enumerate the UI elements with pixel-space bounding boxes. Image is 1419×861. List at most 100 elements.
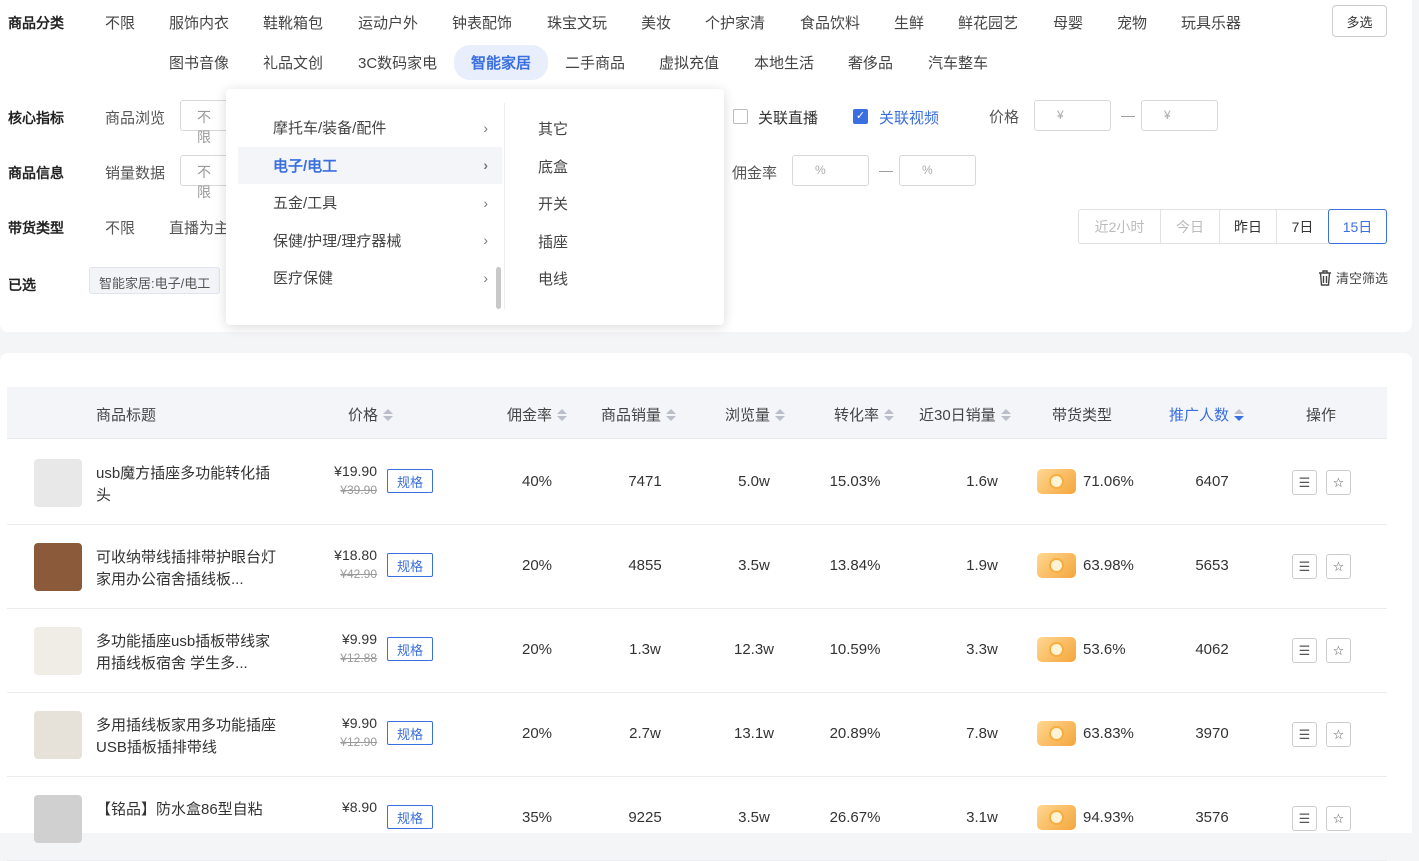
spec-button[interactable]: 规格 [387,805,433,829]
table-row[interactable]: 可收纳带线插排带护眼台灯家用办公宿舍插线板... ¥18.80 ¥42.90 规格 20… [7,525,1387,609]
time-15d-button[interactable]: 15日 [1328,209,1387,244]
list-icon[interactable]: ☰ [1292,638,1317,663]
product-thumbnail[interactable] [34,627,82,675]
category-item[interactable]: 生鲜 [894,12,924,33]
th-views[interactable]: 浏览量 [725,404,786,425]
category-item[interactable]: 图书音像 [169,52,229,73]
category-item[interactable]: 虚拟充值 [659,52,719,73]
star-icon[interactable]: ☆ [1326,806,1351,831]
category-item[interactable]: 食品饮料 [800,12,860,33]
dropdown-subcategory-item[interactable]: 插座 [538,224,568,262]
list-icon[interactable]: ☰ [1292,722,1317,747]
price-max-input[interactable]: ¥ [1141,100,1218,131]
th-sales[interactable]: 商品销量 [601,404,677,425]
product-thumbnail[interactable] [34,543,82,591]
dropdown-subcategory-item[interactable]: 开关 [538,186,568,224]
spec-button[interactable]: 规格 [387,553,433,577]
dropdown-category-item[interactable]: 电子/电工 › [238,146,502,184]
category-item[interactable]: 本地生活 [754,52,814,73]
category-item[interactable]: 玩具乐器 [1181,12,1241,33]
dropdown-item-label: 摩托车/装备/配件 [273,120,387,138]
category-item[interactable]: 运动户外 [358,12,418,33]
table-row[interactable]: 【铭品】防水盒86型自粘 ¥8.90 规格 35% 9225 3.5w 26.67% 3.1w… [7,777,1387,861]
category-item[interactable]: 不限 [105,12,135,33]
table-row[interactable]: 多功能插座usb插板带线家用插线板宿舍 学生多... ¥9.99 ¥12.88 规格 2… [7,609,1387,693]
category-item[interactable]: 鲜花园艺 [958,12,1018,33]
star-icon[interactable]: ☆ [1326,638,1351,663]
commission-max-input[interactable]: % [899,155,976,186]
product-title[interactable]: 【铭品】防水盒86型自粘 [96,799,276,821]
category-item[interactable]: 珠宝文玩 [547,12,607,33]
dropdown-category-item[interactable]: 医疗保健 › [238,259,502,297]
product-title[interactable]: 多功能插座usb插板带线家用插线板宿舍 学生多... [96,631,276,675]
price-min-input[interactable]: ¥ [1034,100,1111,131]
spec-button[interactable]: 规格 [387,637,433,661]
dropdown-subcategory-item[interactable]: 底盒 [538,149,568,187]
category-item[interactable]: 美妆 [641,12,671,33]
category-item[interactable]: 母婴 [1053,12,1083,33]
category-item[interactable]: 鞋靴箱包 [263,12,323,33]
time-7d-button[interactable]: 7日 [1277,210,1329,243]
category-item[interactable]: 宠物 [1117,12,1147,33]
sales-type-label: 带货类型 [8,220,64,236]
product-thumbnail[interactable] [34,711,82,759]
product-thumbnail[interactable] [34,795,82,843]
price-cell: ¥18.80 ¥42.90 [329,547,377,581]
live-checkbox[interactable] [733,109,748,124]
category-item[interactable]: 奢侈品 [848,52,893,73]
category-item[interactable]: 个护家清 [705,12,765,33]
commission-min-input[interactable]: % [792,155,869,186]
sales-30d-cell: 1.9w [966,557,998,574]
dropdown-category-item[interactable]: 摩托车/装备/配件 › [238,109,502,147]
th-price[interactable]: 价格 [348,404,394,425]
dropdown-category-item[interactable]: 五金/工具 › [238,184,502,222]
category-item[interactable]: 二手商品 [565,52,625,73]
category-item[interactable]: 礼品文创 [263,52,323,73]
product-thumbnail[interactable] [34,459,82,507]
spec-button[interactable]: 规格 [387,469,433,493]
sales-label: 销量数据 [105,165,166,182]
list-icon[interactable]: ☰ [1292,554,1317,579]
category-item[interactable]: 汽车整车 [928,52,988,73]
table-row[interactable]: usb魔方插座多功能转化插头 ¥19.90 ¥39.90 规格 40% 7471 5.0w 1… [7,441,1387,525]
time-2h-button[interactable]: 近2小时 [1079,210,1161,243]
dropdown-subcategory-item[interactable]: 电线 [538,261,568,299]
product-title[interactable]: usb魔方插座多功能转化插头 [96,463,276,507]
table-row[interactable]: 多用插线板家用多功能插座USB插板插排带线 ¥9.90 ¥12.90 规格 20% 2.7… [7,693,1387,777]
price-cell: ¥9.99 ¥12.88 [329,631,377,665]
th-sales-30d[interactable]: 近30日销量 [919,404,1011,425]
star-icon[interactable]: ☆ [1326,722,1351,747]
th-conversion[interactable]: 转化率 [834,404,895,425]
spec-button[interactable]: 规格 [387,721,433,745]
clear-filters-button[interactable]: 清空筛选 [1316,268,1388,287]
star-icon[interactable]: ☆ [1326,470,1351,495]
video-checkbox[interactable]: ✓ [853,109,868,124]
star-icon[interactable]: ☆ [1326,554,1351,579]
core-indicator-label: 核心指标 [8,110,64,126]
th-actions: 操作 [1306,407,1337,424]
sort-icon [775,408,786,421]
th-commission[interactable]: 佣金率 [507,404,568,425]
dropdown-subcategory-item[interactable]: 其它 [538,111,568,149]
type-any-option[interactable]: 不限 [105,217,135,238]
type-live-option[interactable]: 直播为主 [169,217,226,238]
multi-select-button[interactable]: 多选 [1332,5,1387,37]
dropdown-category-item[interactable]: 保健/护理/理疗器械 › [238,222,502,260]
live-percent: 63.98% [1083,557,1134,574]
list-icon[interactable]: ☰ [1292,470,1317,495]
commission-cell: 20% [521,557,553,574]
time-today-button[interactable]: 今日 [1161,210,1220,243]
dropdown-item-label: 电子/电工 [273,157,338,175]
selected-filter-tag[interactable]: 智能家居:电子/电工 [89,267,221,294]
sales-cell: 1.3w [629,641,661,658]
category-item[interactable]: 3C数码家电 [358,52,437,73]
category-item[interactable]: 服饰内衣 [169,12,229,33]
product-title[interactable]: 可收纳带线插排带护眼台灯家用办公宿舍插线板... [96,547,276,591]
category-item-active[interactable]: 智能家居 [454,45,549,80]
th-promoters[interactable]: 推广人数 [1169,404,1245,425]
list-icon[interactable]: ☰ [1292,806,1317,831]
time-yesterday-button[interactable]: 昨日 [1220,210,1277,243]
category-item[interactable]: 钟表配饰 [452,12,512,33]
product-title[interactable]: 多用插线板家用多功能插座USB插板插排带线 [96,715,276,759]
dropdown-scrollbar[interactable] [496,267,501,309]
